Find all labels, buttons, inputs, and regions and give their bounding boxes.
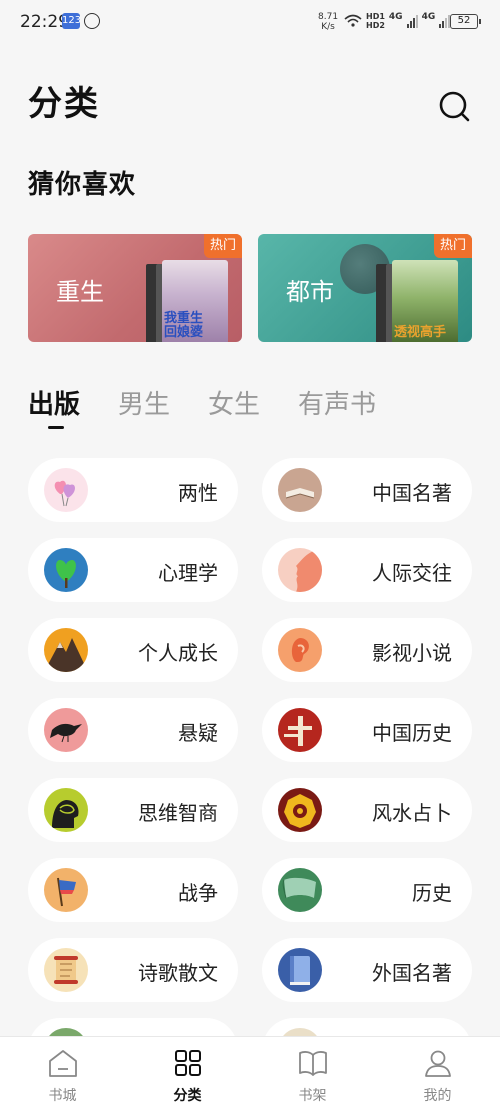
signal-icon-2 <box>439 14 451 28</box>
category-label: 外国名著 <box>372 961 452 985</box>
category-item[interactable]: 外国名著 <box>262 938 472 1002</box>
nav-label: 分类 <box>173 1088 202 1104</box>
hot-tag: 热门 <box>204 234 242 258</box>
page-title: 分类 <box>28 84 100 124</box>
category-label: 中国历史 <box>372 721 452 745</box>
nav-label: 书架 <box>298 1088 327 1104</box>
category-item[interactable]: 心理学 <box>28 538 238 602</box>
user-icon <box>425 1050 451 1077</box>
nav-category[interactable]: 分类 <box>125 1037 250 1111</box>
category-item[interactable]: 战争 <box>28 858 238 922</box>
mountain-icon <box>44 628 88 672</box>
category-label: 诗歌散文 <box>138 961 218 985</box>
recommend-card-label: 都市 <box>286 278 334 306</box>
book-cover: 透视高手 <box>392 260 458 342</box>
nav-label: 书城 <box>48 1088 77 1104</box>
tab-female[interactable]: 女生 <box>208 384 260 424</box>
brain-icon <box>44 788 88 832</box>
network-speed: 8.71 K/s <box>318 12 339 32</box>
category-label: 风水占卜 <box>372 801 452 825</box>
signal-icon <box>406 14 418 28</box>
tab-indicator <box>48 426 64 429</box>
face-icon <box>278 548 322 592</box>
hearts-icon <box>44 468 88 512</box>
recommend-card-urban[interactable]: 都市 透视高手 热门 <box>258 234 472 342</box>
book-icon <box>278 468 322 512</box>
category-item[interactable]: 人际交往 <box>262 538 472 602</box>
category-label: 影视小说 <box>372 641 452 665</box>
status-bar: 22:29 123 8.71 K/s HD1 HD2 4G 4G 52 <box>0 0 500 44</box>
recommend-section-title: 猜你喜欢 <box>28 170 137 200</box>
category-item[interactable]: 两性 <box>28 458 238 522</box>
hot-tag: 热门 <box>434 234 472 258</box>
home-icon <box>49 1050 77 1077</box>
category-item[interactable]: 个人成长 <box>28 618 238 682</box>
category-label: 战争 <box>178 881 218 905</box>
category-item[interactable]: 中国历史 <box>262 698 472 762</box>
nav-bookshelf[interactable]: 书架 <box>250 1037 375 1111</box>
book-cover: 我重生 回娘婆 <box>162 260 228 342</box>
category-label: 悬疑 <box>178 721 218 745</box>
gate-icon <box>278 708 322 752</box>
hd-indicator: HD1 HD2 <box>366 12 385 30</box>
category-item[interactable]: 思维智商 <box>28 778 238 842</box>
tab-publishing[interactable]: 出版 <box>28 384 80 424</box>
wifi-icon <box>344 14 362 27</box>
category-tabs: 出版 男生 女生 有声书 <box>28 384 414 424</box>
category-label: 人际交往 <box>372 561 452 585</box>
nav-label: 我的 <box>423 1088 452 1104</box>
tree-icon <box>44 548 88 592</box>
category-label: 思维智商 <box>138 801 218 825</box>
tab-male[interactable]: 男生 <box>118 384 170 424</box>
category-label: 两性 <box>178 481 218 505</box>
recommend-card-label: 重生 <box>56 278 104 306</box>
category-item[interactable]: 影视小说 <box>262 618 472 682</box>
flag-icon <box>44 868 88 912</box>
category-label: 历史 <box>412 881 452 905</box>
battery-indicator: 52 <box>450 14 481 29</box>
app-notification-badge: 123 <box>62 13 81 29</box>
search-icon[interactable] <box>438 90 470 122</box>
blue-book-icon <box>278 948 322 992</box>
crow-icon <box>44 708 88 752</box>
nav-mine[interactable]: 我的 <box>375 1037 500 1111</box>
ear-icon <box>278 628 322 672</box>
recommend-card-rebirth[interactable]: 重生 我重生 回娘婆 热门 <box>28 234 242 342</box>
tab-audiobook[interactable]: 有声书 <box>298 384 376 424</box>
category-label: 中国名著 <box>372 481 452 505</box>
category-item[interactable]: 诗歌散文 <box>28 938 238 1002</box>
bagua-icon <box>278 788 322 832</box>
grid-icon <box>175 1050 201 1076</box>
bottom-navigation: 书城 分类 书架 我的 <box>0 1036 500 1111</box>
network-type-1: 4G <box>388 12 403 22</box>
sync-icon <box>84 13 100 29</box>
category-item[interactable]: 悬疑 <box>28 698 238 762</box>
network-type-2: 4G <box>421 12 436 22</box>
category-item[interactable]: 风水占卜 <box>262 778 472 842</box>
scroll-icon <box>278 868 322 912</box>
category-label: 心理学 <box>158 561 218 585</box>
category-item[interactable]: 中国名著 <box>262 458 472 522</box>
open-book-icon <box>299 1051 327 1076</box>
status-indicators: HD1 HD2 4G 4G <box>344 10 451 32</box>
category-item[interactable]: 历史 <box>262 858 472 922</box>
category-label: 个人成长 <box>138 641 218 665</box>
nav-bookstore[interactable]: 书城 <box>0 1037 125 1111</box>
scroll-paper-icon <box>44 948 88 992</box>
